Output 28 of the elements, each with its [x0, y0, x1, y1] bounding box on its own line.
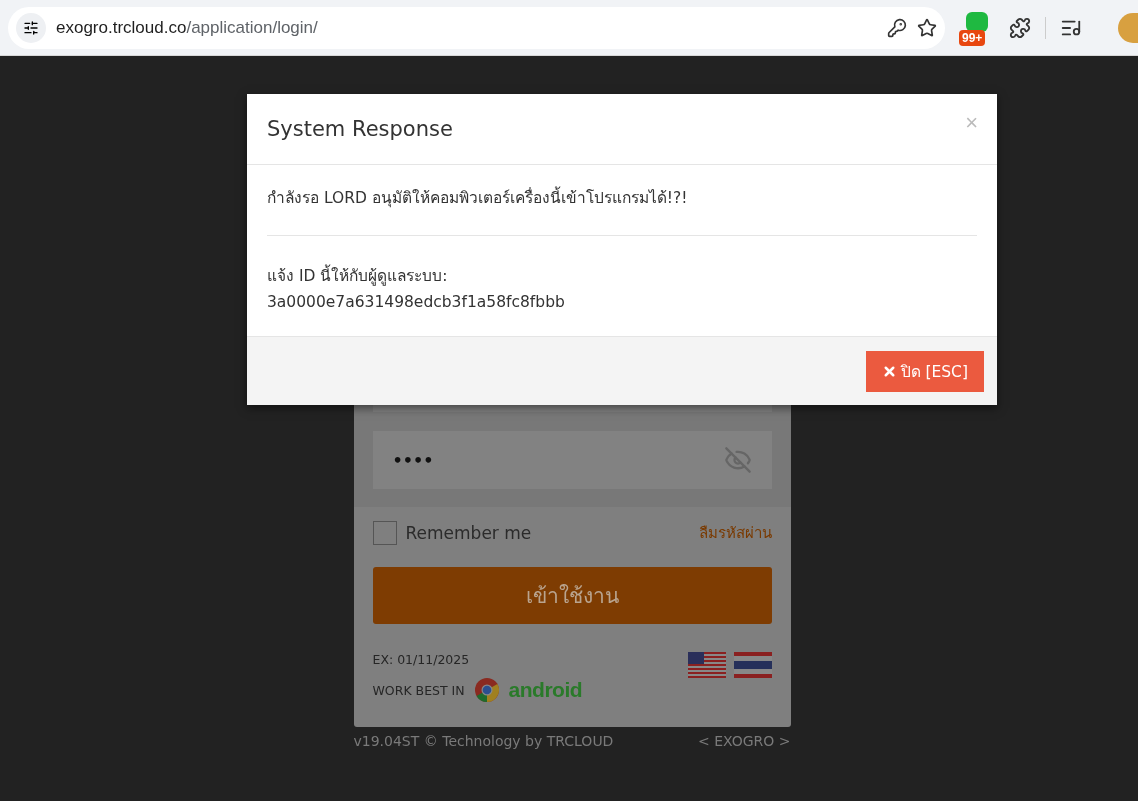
close-button[interactable]: × [965, 110, 978, 136]
address-bar[interactable]: exogro.trcloud.co/application/login/ [8, 6, 945, 49]
machine-id: 3a0000e7a631498edcb3f1a58fc8fbbb [267, 292, 566, 313]
password-field[interactable]: •••• [372, 431, 772, 489]
password-dots: •••• [392, 450, 434, 470]
us-flag-icon[interactable] [687, 652, 726, 678]
url-text: exogro.trcloud.co/application/login/ [56, 17, 319, 38]
dialog-title: System Response [267, 117, 453, 141]
brand-text: < EXOGRO > [697, 733, 791, 749]
notification-badge: 99+ [959, 29, 986, 46]
site-settings-icon[interactable] [16, 12, 46, 43]
forgot-password-link[interactable]: ลืมรหัสผ่าน [698, 521, 772, 545]
login-button[interactable]: เข้าใช้งาน [372, 567, 772, 624]
extensions-puzzle-icon[interactable] [1009, 16, 1031, 39]
expiry-date: EX: 01/11/2025 [372, 652, 471, 667]
thai-flag-icon[interactable] [733, 652, 772, 678]
work-best-label: WORK BEST IN [372, 682, 465, 698]
close-esc-button[interactable]: ปิด [ESC] [865, 350, 984, 392]
version-text: v19.04ST © Technology by TRCLOUD [353, 733, 614, 749]
remember-label: Remember me [405, 523, 532, 543]
chrome-logo-icon [473, 677, 500, 703]
bookmark-star-icon[interactable] [917, 17, 937, 38]
dialog-message: กำลังรอ LORD อนุมัติให้คอมพิวเตอร์เครื่องนี้เข้าโปรแกรมได้!?! [267, 185, 977, 211]
id-instruction: แจ้ง ID นี้ให้กับผู้ดูแลระบบ: [267, 263, 977, 289]
remember-checkbox[interactable] [372, 521, 397, 545]
extension-icon[interactable] [966, 11, 988, 32]
android-logo: android [508, 678, 583, 702]
key-icon[interactable] [887, 17, 907, 38]
